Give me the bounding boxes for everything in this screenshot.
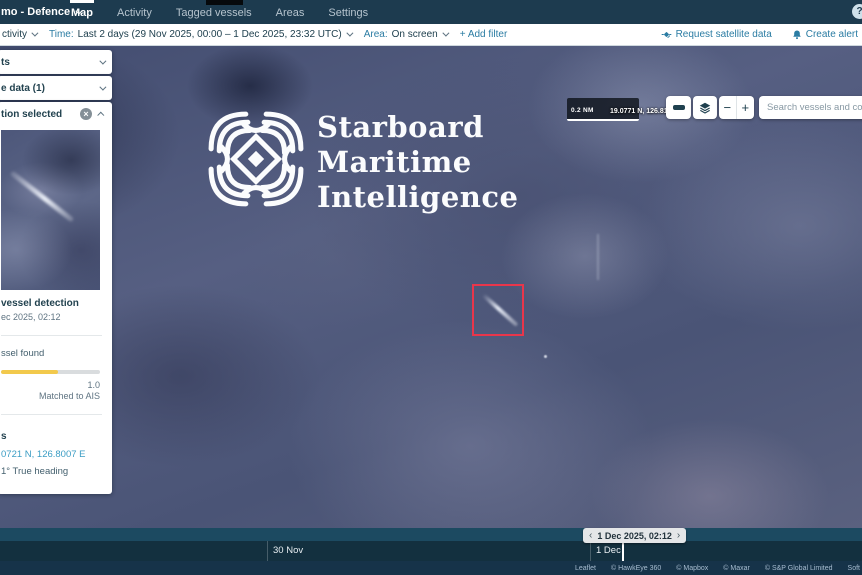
vessel-found-label: ssel found bbox=[1, 348, 112, 359]
request-satellite-data-button[interactable]: Request satellite data bbox=[661, 29, 772, 40]
area-filter-key: Area: bbox=[364, 29, 388, 40]
filter-chips: ctivity Time: Last 2 days (29 Nov 2025, … bbox=[0, 29, 507, 40]
filter-bar-actions: Request satellite data Create alert bbox=[661, 29, 862, 40]
logo-line-3: Intelligence bbox=[317, 180, 518, 215]
workspace-menu[interactable]: mo - Defence bbox=[1, 0, 80, 24]
map-scale-label: 0.2 NM bbox=[571, 107, 594, 114]
thumbnail-wake-streak bbox=[10, 171, 75, 223]
area-filter-value: On screen bbox=[392, 29, 438, 40]
zoom-in-button[interactable]: + bbox=[737, 96, 755, 119]
faint-vessel-dot bbox=[544, 355, 547, 358]
filter-bar: ctivity Time: Last 2 days (29 Nov 2025, … bbox=[0, 24, 862, 46]
starboard-logo-mark bbox=[205, 108, 307, 210]
time-filter-value: Last 2 days (29 Nov 2025, 00:00 – 1 Dec … bbox=[78, 29, 342, 40]
create-alert-button[interactable]: Create alert bbox=[792, 29, 858, 40]
alerts-panel-header[interactable]: ts bbox=[0, 50, 112, 74]
attribution-bar: Leaflet © HawkEye 360 © Mapbox © Maxar ©… bbox=[0, 561, 862, 575]
starboard-logo-text: Starboard Maritime Intelligence bbox=[317, 110, 518, 215]
request-satellite-label: Request satellite data bbox=[676, 29, 772, 40]
layers-icon bbox=[698, 101, 712, 115]
timeline-cursor: ‹ 1 Dec 2025, 02:12 › bbox=[583, 528, 686, 543]
tab-areas[interactable]: Areas bbox=[275, 0, 306, 24]
layers-button[interactable] bbox=[693, 96, 717, 119]
tab-settings[interactable]: Settings bbox=[327, 0, 369, 24]
left-sidebar: ts e data (1) tion selected × bbox=[0, 50, 112, 496]
attribution-software[interactable]: Soft bbox=[848, 565, 860, 572]
satellite-data-panel-title: e data (1) bbox=[1, 83, 45, 94]
zoom-controls: − + bbox=[719, 96, 754, 119]
attribution-maxar[interactable]: © Maxar bbox=[723, 565, 750, 572]
timeline-playhead[interactable] bbox=[622, 543, 624, 561]
timeline-tick bbox=[267, 541, 268, 561]
satellite-icon bbox=[661, 29, 672, 40]
attribution-hawkeye[interactable]: © HawkEye 360 bbox=[611, 565, 661, 572]
detection-panel-header[interactable]: tion selected × bbox=[0, 102, 112, 126]
bell-icon bbox=[792, 29, 802, 40]
detection-timestamp: ec 2025, 02:12 bbox=[1, 312, 112, 322]
chevron-down-icon bbox=[346, 30, 353, 37]
attribution-mapbox[interactable]: © Mapbox bbox=[676, 565, 708, 572]
vessel-search bbox=[759, 96, 862, 119]
timeline-date-1dec: 1 Dec bbox=[596, 541, 621, 561]
map-canvas[interactable]: Starboard Maritime Intelligence 0.2 NM 1… bbox=[0, 46, 862, 528]
detection-coordinates-link[interactable]: 0721 N, 126.8007 E bbox=[1, 449, 112, 460]
faint-streak bbox=[597, 234, 599, 280]
details-header: s bbox=[1, 431, 112, 442]
satellite-data-panel: e data (1) bbox=[0, 76, 112, 100]
satellite-data-panel-header[interactable]: e data (1) bbox=[0, 76, 112, 100]
detection-selection-box[interactable] bbox=[472, 284, 524, 336]
area-filter[interactable]: Area: On screen bbox=[364, 29, 447, 40]
time-filter[interactable]: Time: Last 2 days (29 Nov 2025, 00:00 – … bbox=[49, 29, 351, 40]
true-heading-value: 1° True heading bbox=[1, 466, 112, 477]
confidence-score: 1.0 bbox=[1, 380, 100, 390]
chevron-down-icon bbox=[442, 30, 449, 37]
create-alert-label: Create alert bbox=[806, 29, 858, 40]
timeline-date-30nov: 30 Nov bbox=[273, 541, 303, 561]
app-screen: Starboard Maritime Intelligence 0.2 NM 1… bbox=[0, 0, 862, 575]
detection-panel-icons: × bbox=[80, 108, 104, 120]
detection-title: vessel detection bbox=[1, 298, 112, 309]
confidence-bar bbox=[1, 370, 100, 374]
tab-map[interactable]: Map bbox=[70, 0, 94, 24]
detection-panel-body: vessel detection ec 2025, 02:12 ssel fou… bbox=[0, 130, 112, 494]
detection-panel: tion selected × vessel detection ec 2025… bbox=[0, 102, 112, 494]
top-navigation: mo - Defence Map Activity Tagged vessels… bbox=[0, 0, 862, 24]
browser-notch bbox=[206, 0, 243, 5]
timeline-prev-button[interactable]: ‹ bbox=[589, 529, 592, 543]
attribution-leaflet[interactable]: Leaflet bbox=[575, 565, 596, 572]
divider bbox=[1, 414, 102, 415]
time-filter-key: Time: bbox=[49, 29, 74, 40]
chevron-down-icon bbox=[99, 57, 106, 64]
search-input[interactable] bbox=[759, 96, 862, 119]
tab-activity[interactable]: Activity bbox=[116, 0, 153, 24]
logo-line-2: Maritime bbox=[317, 145, 518, 180]
chevron-down-icon bbox=[31, 30, 38, 37]
logo-line-1: Starboard bbox=[317, 110, 518, 145]
close-icon[interactable]: × bbox=[80, 108, 92, 120]
timeline[interactable]: 30 Nov 1 Dec bbox=[0, 541, 862, 561]
detection-panel-title: tion selected bbox=[1, 109, 62, 120]
activity-filter-label: ctivity bbox=[2, 29, 27, 40]
collapse-panel-button[interactable] bbox=[666, 96, 691, 119]
timeline-next-button[interactable]: › bbox=[677, 529, 680, 543]
workspace-label: mo - Defence bbox=[1, 6, 70, 18]
help-button[interactable]: ? bbox=[852, 4, 862, 19]
alerts-panel: ts bbox=[0, 50, 112, 74]
zoom-out-button[interactable]: − bbox=[719, 96, 737, 119]
divider bbox=[1, 335, 102, 336]
attribution-sp-global[interactable]: © S&P Global Limited bbox=[765, 565, 833, 572]
chevron-up-icon[interactable] bbox=[97, 111, 104, 118]
alerts-panel-title: ts bbox=[1, 57, 10, 68]
collapse-icon bbox=[673, 105, 685, 110]
timeline-cursor-label: 1 Dec 2025, 02:12 bbox=[597, 531, 672, 541]
timeline-tick bbox=[590, 541, 591, 561]
add-filter-button[interactable]: + Add filter bbox=[460, 29, 508, 40]
chevron-down-icon bbox=[99, 83, 106, 90]
matched-to-ais-label: Matched to AIS bbox=[1, 391, 100, 401]
activity-filter[interactable]: ctivity bbox=[2, 29, 36, 40]
starboard-logo: Starboard Maritime Intelligence bbox=[205, 108, 518, 215]
timeline-range-strip[interactable] bbox=[0, 528, 862, 541]
confidence-bar-fill bbox=[1, 370, 58, 374]
detection-thumbnail[interactable] bbox=[1, 130, 100, 290]
